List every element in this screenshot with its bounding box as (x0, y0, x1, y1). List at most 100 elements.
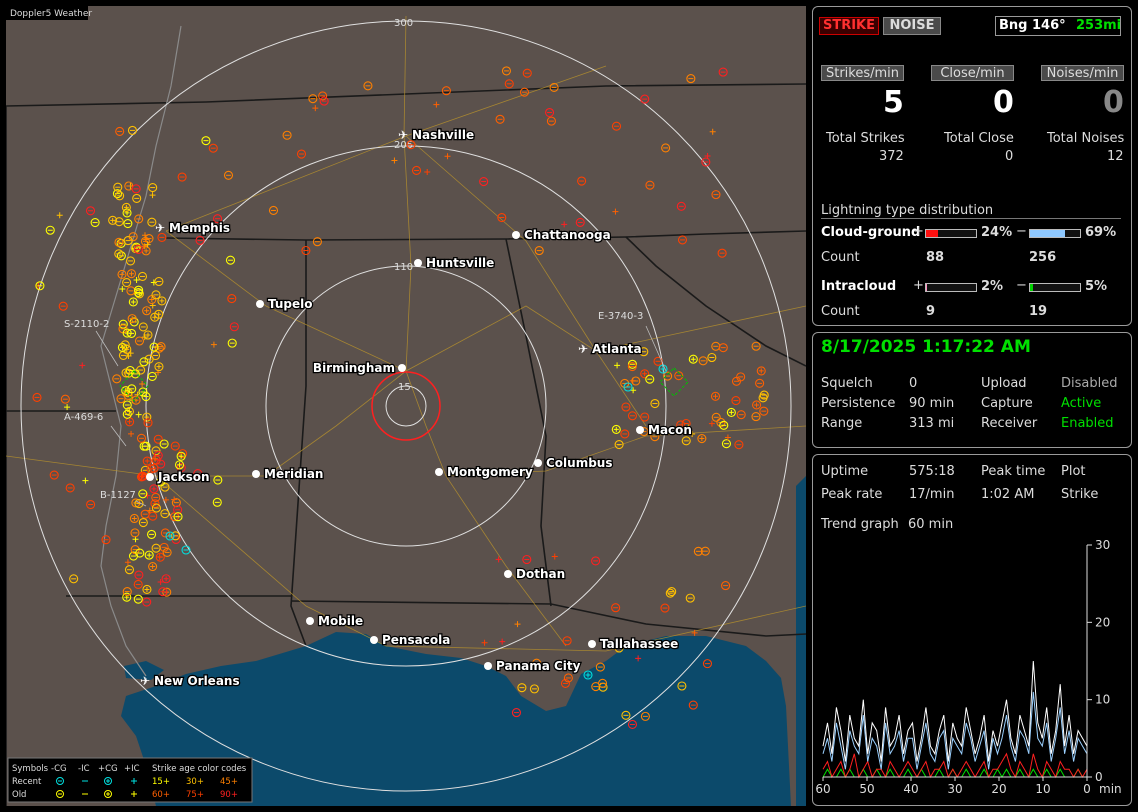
range-value: 313 mi (909, 416, 955, 431)
persistence-value: 90 min (909, 396, 955, 411)
strike-button[interactable]: STRIKE (819, 17, 879, 35)
city-huntsville: Huntsville (414, 255, 496, 271)
cg-negative-count: 256 (1029, 250, 1057, 265)
city-label: Pensacola (382, 633, 450, 647)
x-tick-label: 10 (1035, 782, 1050, 796)
city-label: Panama City (496, 659, 581, 673)
city-panama-city: Panama City (484, 658, 582, 674)
legend-header-pos-ic: +IC (124, 764, 140, 774)
bearing-box: Bng 146° 253mi (995, 16, 1121, 36)
city-tallahassee: Tallahassee (588, 636, 680, 652)
airport-icon: ✈ (140, 674, 150, 688)
plot-value[interactable]: Strike (1061, 487, 1098, 502)
cg-negative-bar (1029, 229, 1081, 238)
airport-icon: ✈ (578, 342, 588, 356)
squelch-label: Squelch (821, 376, 873, 391)
cell-label: B-1127 (100, 490, 136, 501)
ic-positive-bar (925, 283, 977, 292)
city-atlanta: ✈ Atlanta (578, 341, 643, 358)
cell-label: E-3740-3 (598, 311, 643, 322)
x-unit-label: min (1099, 782, 1122, 796)
squelch-value: 0 (909, 376, 918, 391)
ic-count-label: Count (821, 304, 860, 319)
legend-row-old: Old (12, 790, 26, 800)
cg-label: Cloud-ground (821, 225, 921, 240)
city-label: Meridian (264, 467, 323, 481)
close-per-min-button[interactable]: Close/min (931, 65, 1014, 81)
ic-plus-sign: + (913, 278, 924, 293)
peak-rate-value: 17/min (909, 487, 955, 502)
peak-rate-label: Peak rate (821, 487, 883, 502)
ic-positive-fill (926, 284, 927, 291)
legend-age: 45+ (220, 777, 238, 787)
legend-age: 30+ (186, 777, 204, 787)
city-dot-icon (504, 570, 512, 578)
trend-series-line (822, 752, 1088, 779)
x-tick-label: 60 (815, 782, 830, 796)
legend-row-recent: Recent (12, 777, 42, 787)
noises-per-min-button[interactable]: Noises/min (1041, 65, 1124, 81)
city-label: Macon (648, 423, 692, 437)
cg-positive-bar (925, 229, 977, 238)
noises-per-min-value: 0 (1103, 85, 1124, 120)
legend-age: 90+ (220, 790, 238, 800)
atlantic (796, 476, 806, 806)
ic-minus-sign: − (1016, 278, 1027, 293)
receiver-info-panel: 8/17/2025 1:17:22 AM Squelch 0 Upload Di… (812, 332, 1132, 448)
ic-label: Intracloud (821, 279, 897, 294)
cg-negative-fill (1030, 230, 1065, 237)
total-strikes-label: Total Strikes (826, 131, 905, 146)
peak-time-label: Peak time (981, 464, 1046, 479)
city-label: Jackson (157, 470, 210, 484)
city-dot-icon (534, 459, 542, 467)
app-title: Doppler5 Weather (10, 9, 92, 19)
city-dot-icon (252, 470, 260, 478)
cg-positive-count: 88 (926, 250, 945, 265)
trend-graph-label: Trend graph (821, 517, 899, 532)
plot-label: Plot (1061, 464, 1086, 479)
cg-minus-sign: − (1016, 224, 1027, 239)
capture-value[interactable]: Active (1061, 396, 1101, 411)
persistence-label: Persistence (821, 396, 896, 411)
receiver-label: Receiver (981, 416, 1038, 431)
x-tick-label: 0 (1083, 782, 1091, 796)
city-label: New Orleans (154, 674, 240, 688)
trend-graph: 302010060 50 40 30 20 10 0 min (815, 538, 1122, 796)
range-label-300: 300 (394, 18, 413, 29)
cg-negative-pct: 69% (1085, 225, 1117, 240)
legend-age: 15+ (152, 777, 170, 787)
strike-status-panel: STRIKE NOISE Bng 146° 253mi Strikes/min … (812, 6, 1132, 326)
legend-age: 60+ (152, 790, 170, 800)
strikes-per-min-button[interactable]: Strikes/min (821, 65, 904, 81)
legend-header-neg-ic: -IC (78, 764, 90, 774)
city-label: Birmingham (313, 361, 395, 375)
range-label-110: 110 (394, 262, 413, 273)
radar-map[interactable]: 300 205 110 15 ✈ Nashville✈ Memphis Chattan… (6, 6, 806, 806)
upload-value[interactable]: Disabled (1061, 376, 1117, 391)
ic-positive-count: 9 (926, 304, 936, 319)
legend-age-title: Strike age color codes (152, 764, 247, 774)
city-label: Dothan (516, 567, 565, 581)
city-label: Montgomery (447, 465, 533, 479)
city-dot-icon (588, 640, 596, 648)
trend-series-line (822, 660, 1088, 762)
cg-positive-fill (926, 230, 938, 237)
city-dot-icon (398, 364, 406, 372)
strikes-per-min-value: 5 (883, 85, 904, 120)
uptime-value: 575:18 (909, 464, 955, 479)
city-label: Tallahassee (600, 637, 678, 651)
legend: Symbols -CG -IC +CG +IC Strike age color… (7, 757, 253, 803)
receiver-value[interactable]: Enabled (1061, 416, 1114, 431)
datetime: 8/17/2025 1:17:22 AM (821, 337, 1031, 357)
airport-icon: ✈ (398, 128, 408, 142)
noise-button[interactable]: NOISE (883, 17, 941, 35)
capture-label: Capture (981, 396, 1033, 411)
city-label: Chattanooga (524, 228, 611, 242)
city-dot-icon (435, 468, 443, 476)
close-per-min-value: 0 (993, 85, 1014, 120)
city-birmingham: Birmingham (312, 360, 406, 376)
city-label: Huntsville (426, 256, 494, 270)
legend-age: 75+ (186, 790, 204, 800)
y-tick-label: 30 (1095, 538, 1110, 552)
y-tick-label: 10 (1095, 693, 1110, 707)
